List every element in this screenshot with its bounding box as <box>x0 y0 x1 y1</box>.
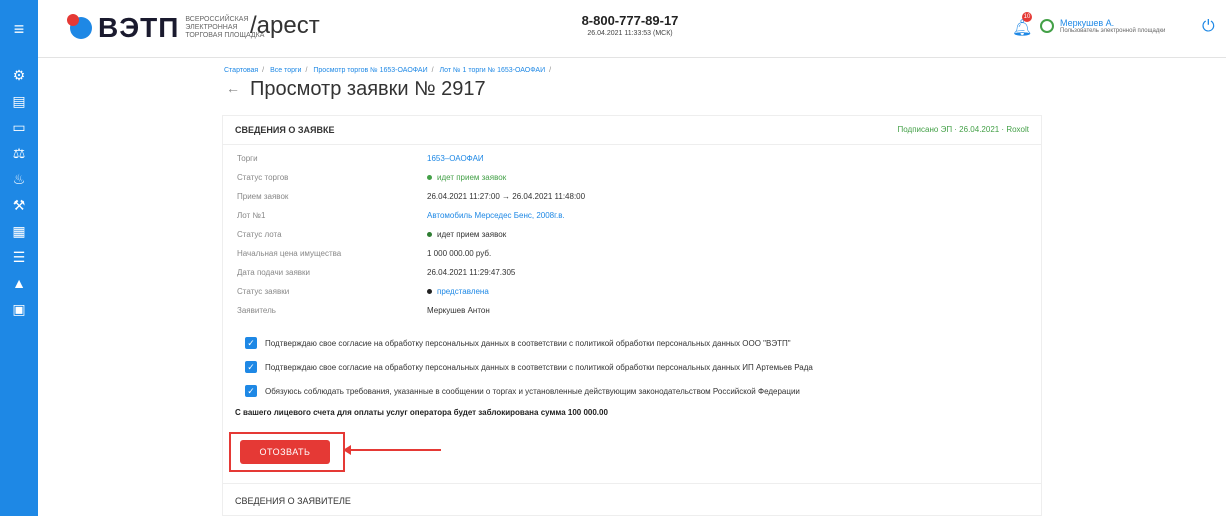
section-title: /арест <box>250 12 320 39</box>
row-value: 26.04.2021 11:27:00 → 26.04.2021 11:48:0… <box>427 192 586 201</box>
breadcrumb-item[interactable]: Стартовая <box>224 67 258 74</box>
blocked-amount-note: С вашего лицевого счета для оплаты услуг… <box>235 408 608 417</box>
file-icon[interactable]: ▦ <box>10 222 28 240</box>
info-row: Статус торгов идет прием заявок <box>237 173 1037 189</box>
row-label: Статус заявки <box>237 287 290 296</box>
user-name: Меркушев А. <box>1060 18 1115 28</box>
status-badge: идет прием заявок <box>427 173 506 182</box>
auction-link[interactable]: 1653–ОАОФАИ <box>427 154 484 163</box>
card-icon[interactable]: ▭ <box>10 118 28 136</box>
list-icon[interactable]: ☰ <box>10 248 28 266</box>
status-dot-icon <box>427 175 432 181</box>
consent-checkbox[interactable]: ✓ <box>245 361 257 373</box>
logo-mark-icon <box>67 14 92 39</box>
applicant-section: СВЕДЕНИЯ О ЗАЯВИТЕЛЕ <box>223 483 1041 518</box>
notifications-badge: 10 <box>1022 12 1032 22</box>
logo[interactable]: ВЭТП ВСЕРОССИЙСКАЯ ЭЛЕКТРОННАЯ ТОРГОВАЯ … <box>67 12 265 44</box>
status-badge: представлена <box>427 287 489 296</box>
row-label: Начальная цена имущества <box>237 249 342 258</box>
consent-text: Подтверждаю свое согласие на обработку п… <box>265 339 791 348</box>
application-card: СВЕДЕНИЯ О ЗАЯВКЕ Подписано ЭП · 26.04.2… <box>222 115 1042 516</box>
row-label: Прием заявок <box>237 192 289 201</box>
signature-status: Подписано ЭП · 26.04.2021 · Roxolt <box>897 125 1029 134</box>
status-badge: идет прием заявок <box>427 230 506 239</box>
withdraw-button[interactable]: ОТОЗВАТЬ <box>240 440 330 464</box>
row-label: Статус лота <box>237 230 282 239</box>
row-label: Статус торгов <box>237 173 289 182</box>
consent-checkbox[interactable]: ✓ <box>245 385 257 397</box>
gavel-icon[interactable]: ⚒ <box>10 196 28 214</box>
card-header: СВЕДЕНИЯ О ЗАЯВКЕ Подписано ЭП · 26.04.2… <box>223 116 1041 145</box>
user-menu[interactable]: Меркушев А. Пользователь электронной пло… <box>1040 18 1165 34</box>
info-row: Статус лота идет прием заявок <box>237 230 1037 246</box>
breadcrumb-item[interactable]: Лот № 1 торги № 1653-ОАОФАИ <box>440 67 546 74</box>
building-icon[interactable]: ▲ <box>10 274 28 292</box>
info-row: Начальная цена имущества 1 000 000.00 ру… <box>237 249 1037 265</box>
consent-checkbox[interactable]: ✓ <box>245 337 257 349</box>
user-role: Пользователь электронной площадки <box>1060 28 1166 34</box>
row-value: Меркушев Антон <box>427 306 490 315</box>
breadcrumb-item[interactable]: Просмотр торгов № 1653-ОАОФАИ <box>313 67 427 74</box>
phone-number: 8-800-777-89-17 <box>581 13 679 28</box>
row-value: 26.04.2021 11:29:47.305 <box>427 268 516 277</box>
info-row: Торги 1653–ОАОФАИ <box>237 154 1037 170</box>
page-title: Просмотр заявки № 2917 <box>250 78 486 100</box>
phone-block: 8-800-777-89-17 26.04.2021 11:33:53 (МСК… <box>560 13 700 37</box>
hammer-icon[interactable]: ♨ <box>10 170 28 188</box>
applicant-section-title: СВЕДЕНИЯ О ЗАЯВИТЕЛЕ <box>235 496 351 506</box>
consent-text: Обязуюсь соблюдать требования, указанные… <box>265 387 800 396</box>
status-dot-icon <box>427 289 432 295</box>
pointer-arrow-icon <box>343 445 441 455</box>
row-label: Торги <box>237 154 258 163</box>
card-title: СВЕДЕНИЯ О ЗАЯВКЕ <box>235 125 335 135</box>
logout-icon[interactable]: ⏻ <box>1202 18 1215 36</box>
document-icon[interactable]: ▤ <box>10 92 28 110</box>
consent-text: Подтверждаю свое согласие на обработку п… <box>265 363 813 372</box>
notifications-bell-icon[interactable]: 🔔︎ 10 <box>1012 12 1032 37</box>
menu-icon[interactable]: ≡ <box>0 0 38 58</box>
server-datetime: 26.04.2021 11:33:53 (МСК) <box>587 30 673 37</box>
breadcrumb-item[interactable]: Все торги <box>270 67 301 74</box>
row-label: Дата подачи заявки <box>237 268 311 277</box>
row-label: Лот №1 <box>237 211 266 220</box>
info-row: Заявитель Меркушев Антон <box>237 306 1037 322</box>
info-row: Лот №1 Автомобиль Мерседес Бенс, 2008г.в… <box>237 211 1037 227</box>
auction-icon[interactable]: ⚖ <box>10 144 28 162</box>
user-avatar-icon <box>1040 19 1054 33</box>
row-value: 1 000 000.00 руб. <box>427 249 492 258</box>
breadcrumb: Стартовая / Все торги / Просмотр торгов № … <box>224 67 552 74</box>
row-label: Заявитель <box>237 306 276 315</box>
lot-link[interactable]: Автомобиль Мерседес Бенс, 2008г.в. <box>427 211 565 220</box>
info-row: Прием заявок 26.04.2021 11:27:00 → 26.04… <box>237 192 1037 208</box>
info-row: Статус заявки представлена <box>237 287 1037 303</box>
status-dot-icon <box>427 232 432 238</box>
logo-text: ВЭТП <box>98 12 180 43</box>
report-icon[interactable]: ▣ <box>10 300 28 318</box>
settings-icon[interactable]: ⚙ <box>10 66 28 84</box>
info-row: Дата подачи заявки 26.04.2021 11:29:47.3… <box>237 268 1037 284</box>
back-arrow-icon[interactable]: ← <box>226 80 240 96</box>
